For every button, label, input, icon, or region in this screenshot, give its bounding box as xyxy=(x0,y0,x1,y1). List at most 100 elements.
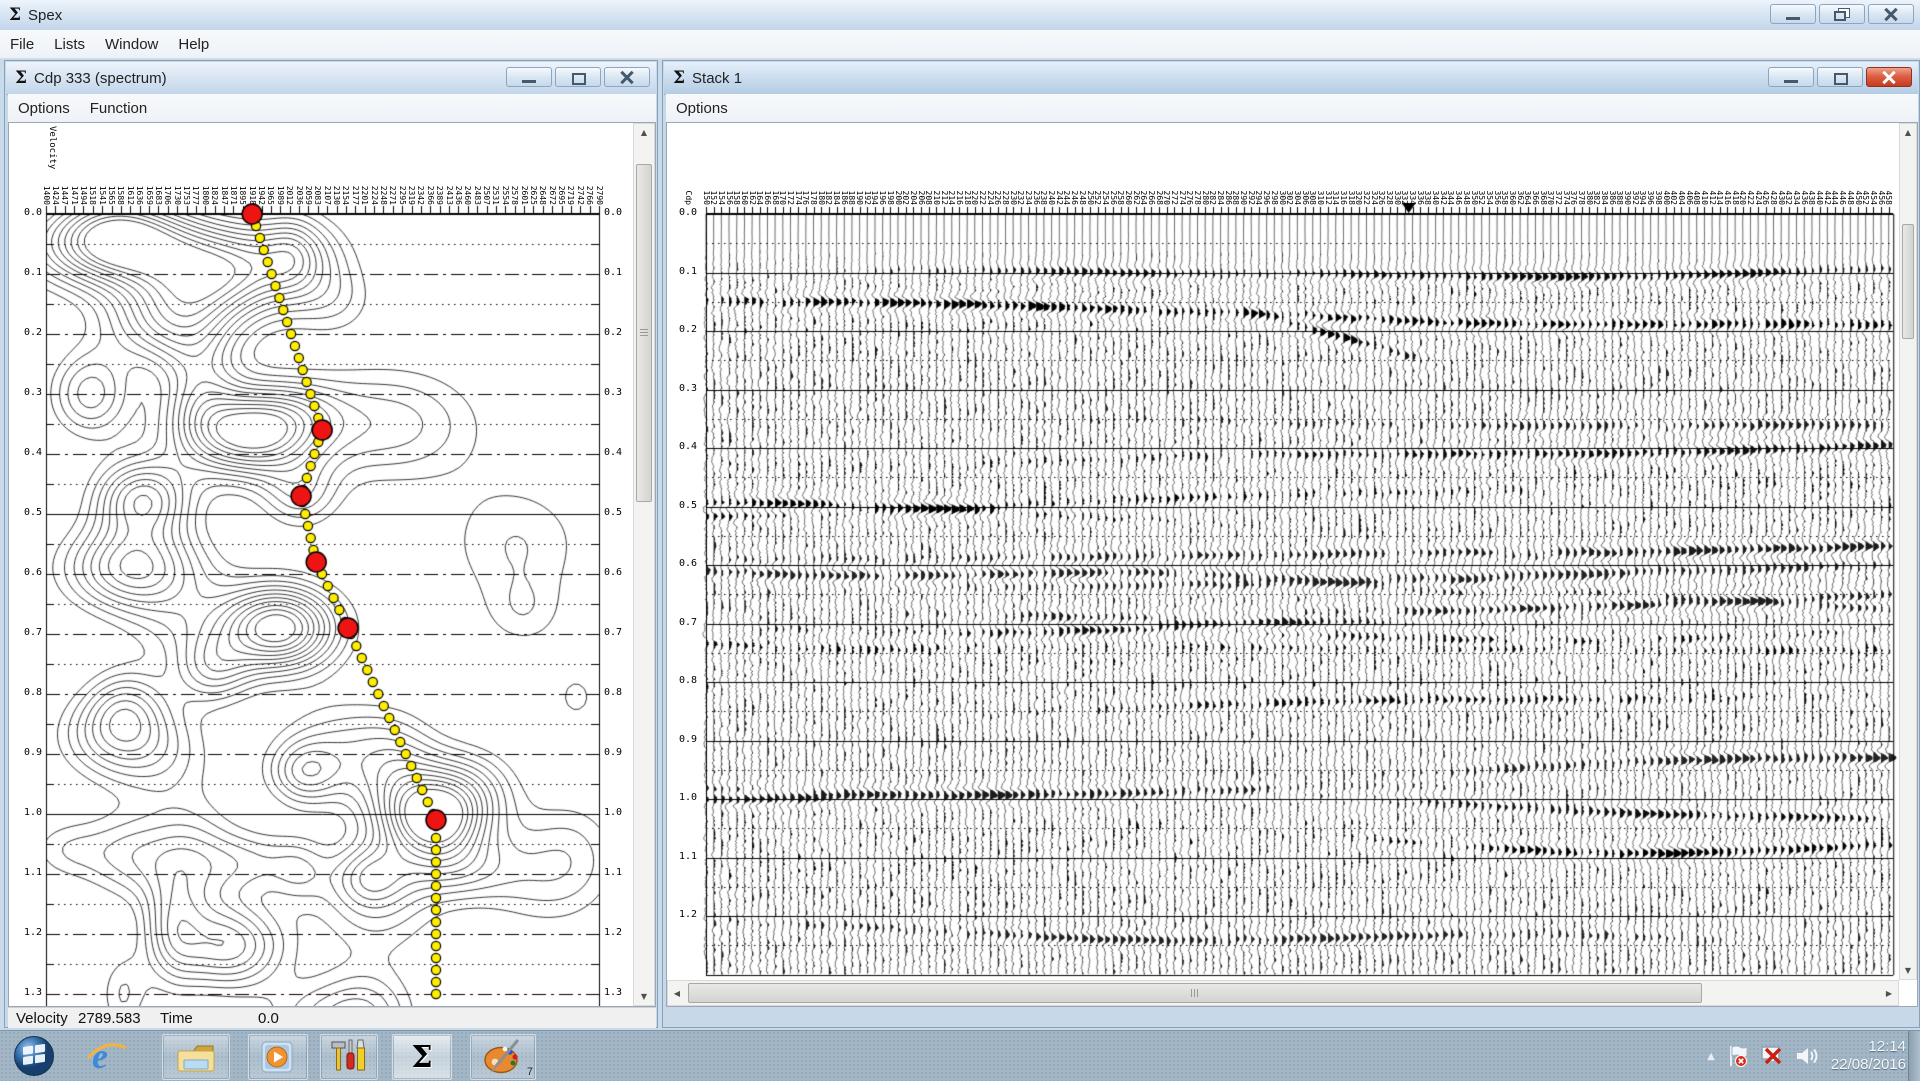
velocity-tick-label: 1447 xyxy=(60,135,69,205)
taskbar-item-media-player[interactable] xyxy=(248,1034,308,1080)
scroll-up-icon[interactable]: ▲ xyxy=(1900,128,1916,137)
time-tick-label-left: 1.3 xyxy=(14,987,42,998)
time-tick-label-right: 0.0 xyxy=(604,207,632,218)
stack-titlebar[interactable]: Σ Stack 1 xyxy=(664,62,1918,95)
internet-explorer-icon: e xyxy=(84,1036,128,1076)
thumb-grip-icon xyxy=(1191,989,1200,997)
thumb-grip-icon xyxy=(640,329,648,337)
time-tick-label-right: 1.0 xyxy=(604,807,632,818)
stack-close-button[interactable] xyxy=(1866,67,1912,87)
minimize-icon xyxy=(1784,80,1798,83)
time-tick-label-right: 0.1 xyxy=(604,267,632,278)
time-tick-label-left: 0.5 xyxy=(14,507,42,518)
menu-window[interactable]: Window xyxy=(95,32,168,57)
stack-vertical-scrollbar[interactable]: ▲ ▼ xyxy=(1899,123,1917,980)
start-button[interactable] xyxy=(8,1034,60,1078)
time-tick-label-right: 0.3 xyxy=(604,387,632,398)
tray-time: 12:14 xyxy=(1831,1038,1906,1056)
hidden-icons-arrow-icon[interactable]: ▲ xyxy=(1707,1051,1715,1062)
velocity-tick-label: 2319 xyxy=(407,135,416,205)
scroll-right-icon[interactable]: ▶ xyxy=(1882,989,1896,998)
scroll-down-icon[interactable]: ▼ xyxy=(634,992,654,1001)
menu-help[interactable]: Help xyxy=(168,32,219,57)
taskbar-item-internet-explorer[interactable]: e xyxy=(78,1034,134,1078)
velocity-tick-label: 1753 xyxy=(182,135,191,205)
velocity-tick-label: 1824 xyxy=(210,135,219,205)
velocity-tick-label: 1683 xyxy=(154,135,163,205)
spectrum-titlebar[interactable]: Σ Cdp 333 (spectrum) xyxy=(6,62,656,95)
time-tick-label-right: 1.3 xyxy=(604,987,632,998)
stack-horizontal-scrollbar[interactable]: ◀ ▶ xyxy=(667,980,1899,1006)
taskbar-item-windows-explorer[interactable] xyxy=(162,1034,230,1080)
spectrum-plot-area[interactable]: ▲ ▼ 140014241447147114941518154115651588… xyxy=(8,122,656,1007)
main-close-button[interactable] xyxy=(1868,4,1914,24)
spectrum-vertical-scrollbar[interactable]: ▲ ▼ xyxy=(633,123,655,1006)
desktop: Σ Spex File Lists Window Help Σ Cdp 333 … xyxy=(0,0,1920,1080)
velocity-tick-label: 2578 xyxy=(510,135,519,205)
menu-lists[interactable]: Lists xyxy=(44,32,95,57)
minimize-icon xyxy=(1786,17,1800,20)
main-restore-button[interactable] xyxy=(1819,4,1865,24)
taskbar-item-paint[interactable]: 7 xyxy=(470,1034,536,1080)
folder-icon xyxy=(176,1040,216,1074)
time-tick-label-right: 0.2 xyxy=(604,327,632,338)
velocity-tick-label: 2507 xyxy=(482,135,491,205)
velocity-tick-label: 2766 xyxy=(585,135,594,205)
menu-file[interactable]: File xyxy=(0,32,44,57)
time-tick-label-left: 0.3 xyxy=(14,387,42,398)
spectrum-minimize-button[interactable] xyxy=(506,67,552,87)
time-tick-label-right: 0.5 xyxy=(604,507,632,518)
backup-error-icon[interactable] xyxy=(1759,1044,1785,1068)
velocity-tick-label: 2413 xyxy=(445,135,454,205)
stack-section-canvas[interactable] xyxy=(667,123,1899,980)
stack-hscrollbar-thumb[interactable] xyxy=(688,983,1702,1003)
spectrum-sigma-icon: Σ xyxy=(15,68,27,88)
stack-vscrollbar-thumb[interactable] xyxy=(1902,224,1914,339)
taskbar-item-spex[interactable]: Σ xyxy=(392,1034,452,1080)
main-titlebar: Σ Spex xyxy=(0,0,1920,31)
scroll-down-icon[interactable]: ▼ xyxy=(1900,966,1916,975)
stack-menu-options[interactable]: Options xyxy=(666,96,738,121)
velocity-tick-label: 1636 xyxy=(135,135,144,205)
velocity-tick-label: 2342 xyxy=(416,135,425,205)
stack-plot-area[interactable]: ▲ ▼ ◀ ▶ 15015215415615816016216416616817… xyxy=(666,122,1918,1007)
time-tick-label-left: 1.0 xyxy=(14,807,42,818)
velocity-tick-label: 2531 xyxy=(491,135,500,205)
show-desktop-button[interactable] xyxy=(1908,1031,1920,1081)
velocity-spectrum-canvas[interactable] xyxy=(9,123,633,1006)
time-tick-label: 0.4 xyxy=(669,441,697,452)
taskbar-item-tools[interactable] xyxy=(320,1034,378,1080)
time-tick-label: 0.3 xyxy=(669,383,697,394)
time-tick-label-left: 1.1 xyxy=(14,867,42,878)
time-tick-label: 0.0 xyxy=(669,207,697,218)
spectrum-scrollbar-thumb[interactable] xyxy=(636,164,652,502)
stack-minimize-button[interactable] xyxy=(1768,67,1814,87)
velocity-tick-label: 2672 xyxy=(548,135,557,205)
time-tick-label: 0.9 xyxy=(669,734,697,745)
spectrum-menu-options[interactable]: Options xyxy=(8,96,80,121)
scroll-left-icon[interactable]: ◀ xyxy=(670,989,684,998)
velocity-tick-label: 2554 xyxy=(501,135,510,205)
velocity-tick-label: 2224 xyxy=(370,135,379,205)
velocity-tick-label: 1471 xyxy=(70,135,79,205)
status-time-value: 0.0 xyxy=(258,1010,279,1027)
action-center-flag-icon[interactable] xyxy=(1725,1044,1749,1068)
spectrum-menu-function[interactable]: Function xyxy=(80,96,158,121)
velocity-tick-label: 2790 xyxy=(595,135,604,205)
scroll-up-icon[interactable]: ▲ xyxy=(634,128,654,137)
spectrum-statusbar: Velocity 2789.583 Time 0.0 xyxy=(8,1007,656,1028)
spectrum-maximize-button[interactable] xyxy=(555,67,601,87)
volume-icon[interactable] xyxy=(1795,1044,1821,1068)
velocity-tick-label: 2154 xyxy=(341,135,350,205)
clock[interactable]: 12:14 22/08/2016 xyxy=(1831,1038,1906,1074)
velocity-tick-label: 1847 xyxy=(220,135,229,205)
time-tick-label-left: 0.8 xyxy=(14,687,42,698)
stack-maximize-button[interactable] xyxy=(1817,67,1863,87)
time-tick-label-right: 0.6 xyxy=(604,567,632,578)
velocity-tick-label: 1518 xyxy=(88,135,97,205)
spectrum-close-button[interactable] xyxy=(604,67,650,87)
velocity-tick-label: 2107 xyxy=(323,135,332,205)
main-minimize-button[interactable] xyxy=(1770,4,1816,24)
velocity-tick-label: 1706 xyxy=(163,135,172,205)
velocity-tick-label: 1541 xyxy=(98,135,107,205)
